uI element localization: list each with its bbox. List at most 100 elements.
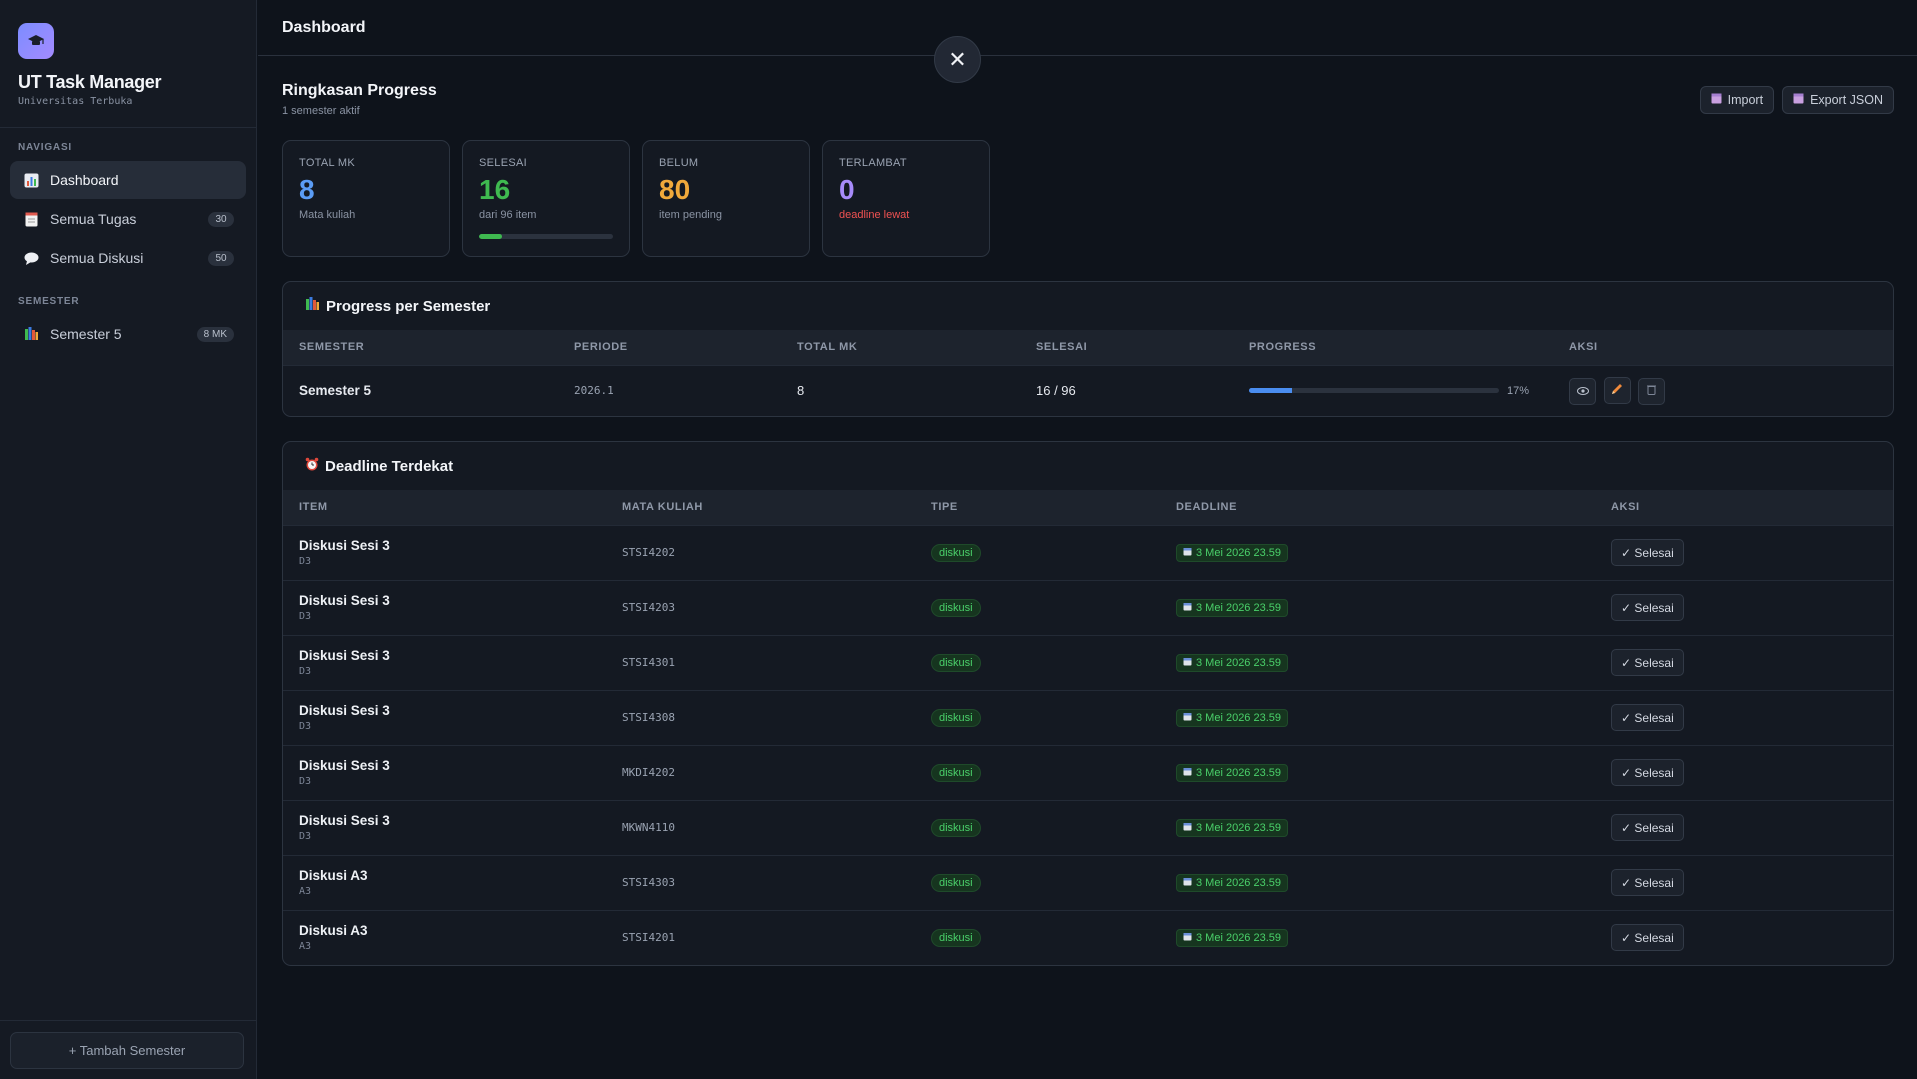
app-title: UT Task Manager (18, 72, 162, 92)
type-badge: diskusi (931, 708, 981, 727)
course-code: STSI4303 (606, 854, 915, 910)
item-cell: Diskusi Sesi 3 D3 (283, 524, 606, 580)
view-button[interactable] (1569, 377, 1596, 405)
mark-done-button[interactable]: ✓ Selesai (1611, 649, 1684, 676)
actions-cell: ✓ Selesai (1595, 634, 1893, 690)
edit-button[interactable] (1603, 377, 1631, 404)
type-cell: diskusi (915, 579, 1160, 635)
deadline-badge: 3 Mei 2026 23.59 (1176, 763, 1289, 782)
sidebar-item-semua-tugas[interactable]: Semua Tugas 30 (10, 200, 246, 238)
sidebar-item-label: Semua Diskusi (50, 250, 144, 266)
progress-percent: 17% (1507, 384, 1530, 397)
column-header: MATA KULIAH (622, 501, 703, 514)
mark-done-button[interactable]: ✓ Selesai (1611, 539, 1684, 566)
books-icon (305, 297, 320, 315)
deadline-cell: 3 Mei 2026 23.59 (1160, 579, 1595, 635)
speech-bubble-icon (22, 249, 40, 267)
deadline-table: ITEM MATA KULIAH TIPE DEADLINE AKSI Disk… (283, 490, 1893, 965)
stat-cards: TOTAL MK 8 Mata kuliah SELESAI 16 dari 9… (282, 140, 1894, 257)
actions-cell (1553, 364, 1893, 416)
item-title: Diskusi Sesi 3 (299, 593, 390, 608)
sidebar-item-semua-diskusi[interactable]: Semua Diskusi 50 (10, 239, 246, 277)
mark-done-button[interactable]: ✓ Selesai (1611, 759, 1684, 786)
calendar-icon (1183, 822, 1192, 834)
stat-value: 16 (479, 174, 511, 205)
course-code: STSI4308 (606, 689, 915, 745)
mark-done-button[interactable]: ✓ Selesai (1611, 814, 1684, 841)
count-badge: 30 (208, 211, 234, 227)
sidebar-item-semester-5[interactable]: Semester 5 8 MK (10, 315, 246, 353)
add-semester-button[interactable]: + Tambah Semester (10, 1032, 244, 1069)
card-title: Progress per Semester (326, 297, 491, 315)
type-badge: diskusi (931, 763, 981, 782)
table-row: Diskusi Sesi 3 D3 STSI4301 diskusi 3 Mei… (283, 634, 1893, 690)
item-code: D3 (299, 831, 312, 842)
mark-done-button[interactable]: ✓ Selesai (1611, 594, 1684, 621)
count-badge: 50 (208, 250, 234, 266)
table-row: Diskusi Sesi 3 D3 STSI4308 diskusi 3 Mei… (283, 689, 1893, 745)
stat-label: BELUM (659, 157, 699, 169)
type-badge: diskusi (931, 543, 981, 562)
deadline-badge: 3 Mei 2026 23.59 (1176, 653, 1289, 672)
type-cell: diskusi (915, 689, 1160, 745)
type-badge: diskusi (931, 928, 981, 947)
column-header: AKSI (1611, 501, 1640, 514)
deadline-text: 3 Mei 2026 23.59 (1196, 656, 1282, 669)
progress-per-semester-card: Progress per Semester SEMESTER PERIODE T… (282, 281, 1894, 417)
calendar-icon (1183, 657, 1192, 669)
app-subtitle: Universitas Terbuka (18, 96, 133, 107)
progress-fill (479, 234, 502, 239)
deadline-text: 3 Mei 2026 23.59 (1196, 766, 1282, 779)
actions-cell: ✓ Selesai (1595, 524, 1893, 580)
summary-header: Ringkasan Progress 1 semester aktif Impo… (282, 56, 1894, 140)
mark-done-button[interactable]: ✓ Selesai (1611, 869, 1684, 896)
deadline-badge: 3 Mei 2026 23.59 (1176, 543, 1289, 562)
close-icon: ✕ (948, 46, 967, 72)
import-button[interactable]: Import (1699, 86, 1775, 114)
books-icon (22, 325, 40, 343)
type-badge: diskusi (931, 598, 981, 617)
course-code: STSI4203 (606, 579, 915, 635)
stat-label: TOTAL MK (299, 157, 355, 169)
deadline-text: 3 Mei 2026 23.59 (1196, 876, 1282, 889)
export-json-button[interactable]: Export JSON (1782, 86, 1894, 114)
card-header: Deadline Terdekat (283, 442, 1893, 490)
type-cell: diskusi (915, 799, 1160, 855)
deadline-cell: 3 Mei 2026 23.59 (1160, 634, 1595, 690)
course-code: STSI4301 (606, 634, 915, 690)
column-header: SEMESTER (299, 341, 365, 354)
semester-heading: SEMESTER (18, 296, 80, 307)
sidebar-item-dashboard[interactable]: Dashboard (10, 161, 246, 199)
column-header: DEADLINE (1176, 501, 1238, 514)
deadline-text: 3 Mei 2026 23.59 (1196, 931, 1282, 944)
item-title: Diskusi Sesi 3 (299, 703, 390, 718)
mark-done-button[interactable]: ✓ Selesai (1611, 704, 1684, 731)
type-cell: diskusi (915, 909, 1160, 965)
delete-button[interactable] (1638, 377, 1666, 405)
type-badge: diskusi (931, 873, 981, 892)
calendar-icon (1183, 712, 1192, 724)
deadline-text: 3 Mei 2026 23.59 (1196, 821, 1282, 834)
type-cell: diskusi (915, 854, 1160, 910)
topbar: Dashboard (258, 0, 1917, 56)
import-label: Import (1727, 93, 1764, 107)
close-button[interactable]: ✕ (934, 36, 981, 83)
deadline-badge: 3 Mei 2026 23.59 (1176, 873, 1289, 892)
mark-done-button[interactable]: ✓ Selesai (1611, 924, 1684, 952)
item-cell: Diskusi Sesi 3 D3 (283, 744, 606, 800)
type-badge: diskusi (931, 653, 981, 672)
item-code: D3 (299, 556, 312, 567)
calendar-icon (1183, 767, 1192, 779)
stat-label: TERLAMBAT (839, 157, 907, 169)
item-cell: Diskusi A3 A3 (283, 854, 606, 910)
stat-note: deadline lewat (839, 209, 910, 221)
stat-note: item pending (659, 209, 722, 221)
course-code: STSI4201 (606, 909, 915, 965)
item-cell: Diskusi A3 A3 (283, 909, 606, 965)
item-code: D3 (299, 611, 312, 622)
nav-section: NAVIGASI Dashboard Semua Tugas 30 Semua … (0, 128, 256, 277)
item-code: A3 (299, 941, 312, 953)
eye-icon (1576, 384, 1589, 398)
total-mk: 8 (781, 364, 1020, 416)
deadline-cell: 3 Mei 2026 23.59 (1160, 689, 1595, 745)
